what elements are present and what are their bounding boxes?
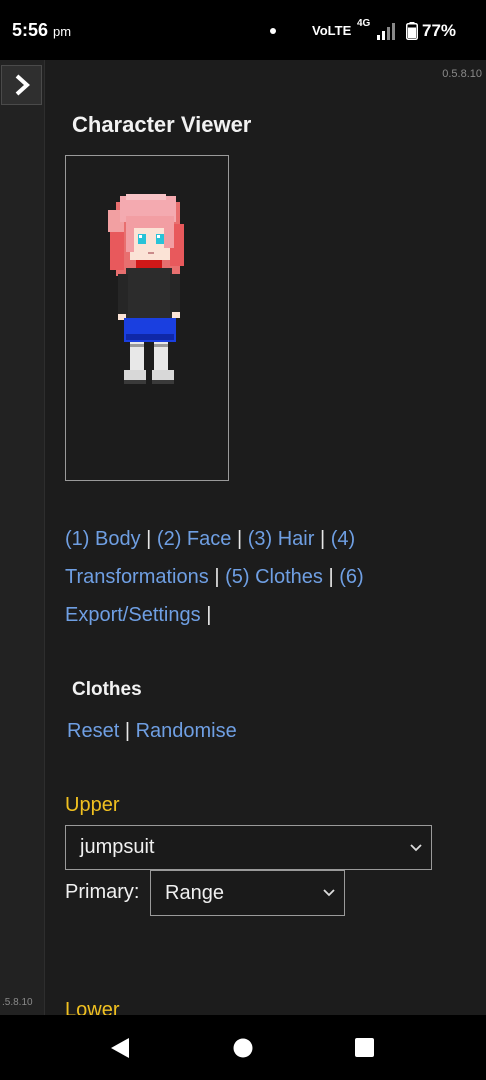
reset-link[interactable]: Reset: [67, 720, 119, 742]
character-preview: [65, 155, 229, 481]
battery-percent: 77%: [422, 21, 457, 40]
system-nav-bar: [0, 1015, 486, 1080]
lower-label: Lower: [65, 999, 120, 1015]
nav-link-clothes[interactable]: (5) Clothes: [225, 566, 323, 588]
primary-color-select[interactable]: Range: [150, 870, 345, 916]
signal-icon: [377, 23, 395, 40]
status-bar: 5:56 pm VoLTE 4G 77%: [0, 0, 486, 60]
version-label: 0.5.8.10: [442, 68, 482, 80]
sidebar: .5.8.10: [0, 60, 45, 1015]
main-panel: 0.5.8.10 Character Viewer (1) Body | (2)…: [45, 60, 486, 1015]
randomise-link[interactable]: Randomise: [136, 720, 237, 742]
notification-dot-icon: [270, 28, 276, 34]
actions-separator: |: [124, 720, 131, 742]
nav-link-body[interactable]: (1) Body: [65, 528, 141, 550]
upper-label: Upper: [65, 794, 120, 816]
page-title: Character Viewer: [72, 112, 252, 137]
nav-link-face[interactable]: (2) Face: [157, 528, 231, 550]
status-time: 5:56 pm: [12, 20, 72, 40]
volte-indicator: VoLTE: [312, 23, 352, 38]
sidebar-toggle-button[interactable]: [1, 65, 42, 105]
section-title-clothes: Clothes: [72, 679, 142, 700]
clothes-actions: Reset | Randomise: [67, 717, 237, 745]
nav-link-hair[interactable]: (3) Hair: [248, 528, 315, 550]
back-icon[interactable]: [110, 1037, 130, 1059]
primary-label: Primary:: [65, 881, 140, 903]
nav-separator: |: [206, 604, 212, 626]
nav-separator: |: [319, 528, 326, 550]
status-ampm: pm: [53, 24, 72, 39]
primary-select-value: Range: [165, 881, 224, 904]
character-sprite: [108, 194, 184, 384]
network-type: 4G: [357, 18, 371, 29]
nav-separator: |: [214, 566, 220, 588]
home-icon[interactable]: [233, 1038, 253, 1058]
section-nav: (1) Body | (2) Face | (3) Hair | (4) Tra…: [65, 520, 465, 634]
upper-select-value: jumpsuit: [80, 836, 155, 858]
chevron-down-icon: [323, 889, 335, 897]
battery-icon: [406, 22, 418, 40]
upper-select[interactable]: jumpsuit: [65, 825, 432, 870]
chevron-down-icon: [410, 843, 422, 851]
nav-separator: |: [236, 528, 243, 550]
nav-separator: |: [328, 566, 334, 588]
chevron-right-icon: [15, 74, 30, 96]
sidebar-version: .5.8.10: [2, 997, 33, 1008]
recents-icon[interactable]: [355, 1038, 374, 1057]
nav-separator: |: [146, 528, 152, 550]
